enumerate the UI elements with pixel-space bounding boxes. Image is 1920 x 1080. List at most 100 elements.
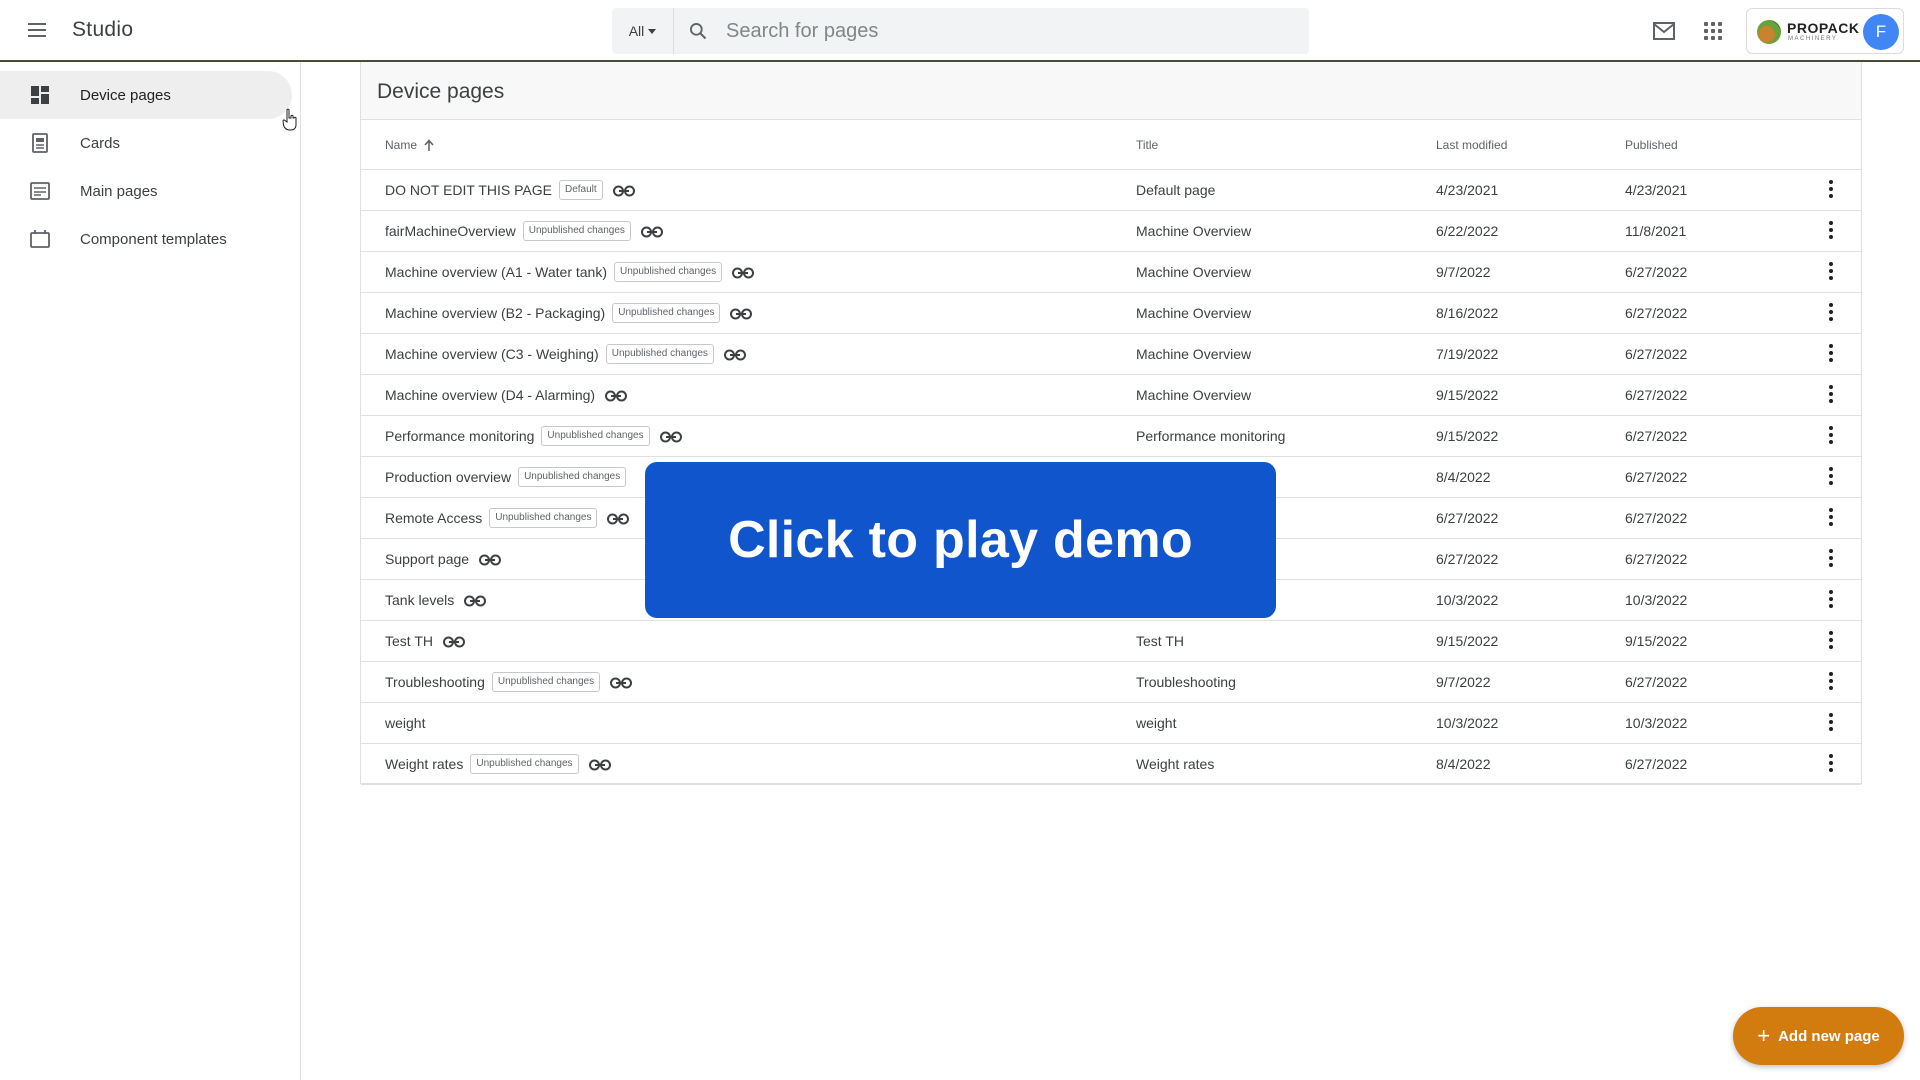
sidebar-item-device-pages[interactable]: Device pages (0, 71, 292, 119)
table-row[interactable]: Performance monitoring Unpublished change… (361, 416, 1861, 457)
row-name-cell: Weight rates Unpublished changes (385, 752, 611, 776)
page-name[interactable]: Support page (385, 551, 469, 567)
table-row[interactable]: DO NOT EDIT THIS PAGE Default Default page… (361, 170, 1861, 211)
page-name[interactable]: Test TH (385, 633, 433, 649)
link-icon[interactable] (610, 676, 633, 689)
published-cell: 10/3/2022 (1625, 592, 1688, 608)
apps-grid-icon[interactable] (1702, 20, 1724, 42)
add-new-page-button[interactable]: + Add new page (1733, 1007, 1904, 1065)
link-icon[interactable] (588, 758, 611, 771)
sidebar-item-cards[interactable]: Cards (0, 119, 292, 167)
add-new-page-label: Add new page (1778, 1027, 1880, 1045)
table-row[interactable]: Machine overview (D4 - Alarming) Machine … (361, 375, 1861, 416)
page-name[interactable]: Weight rates (385, 756, 463, 772)
more-vert-icon[interactable] (1827, 549, 1835, 569)
status-badge: Unpublished changes (489, 508, 598, 528)
column-header-title[interactable]: Title (1136, 138, 1158, 152)
page-name[interactable]: Machine overview (B2 - Packaging) (385, 305, 605, 321)
more-vert-icon[interactable] (1827, 426, 1835, 446)
link-icon[interactable] (659, 430, 682, 443)
page-name[interactable]: weight (385, 715, 425, 731)
link-icon[interactable] (442, 635, 465, 648)
last-modified-cell: 4/23/2021 (1436, 182, 1499, 198)
more-vert-icon[interactable] (1827, 262, 1835, 282)
table-row[interactable]: Machine overview (C3 - Weighing) Unpublis… (361, 334, 1861, 375)
page-title-cell: Test TH (1136, 633, 1184, 649)
column-header-name[interactable]: Name (385, 138, 434, 152)
page-name[interactable]: fairMachineOverview (385, 223, 516, 239)
published-cell: 9/15/2022 (1625, 633, 1688, 649)
table-row[interactable]: Test TH Test TH 9/15/2022 9/15/2022 (361, 621, 1861, 662)
published-cell: 6/27/2022 (1625, 346, 1688, 362)
hand-cursor-icon (282, 108, 297, 131)
link-icon[interactable] (612, 184, 635, 197)
search-input[interactable] (726, 8, 1286, 54)
table-row[interactable]: Machine overview (B2 - Packaging) Unpubli… (361, 293, 1861, 334)
sidebar: Device pages Cards Main pages Component … (0, 62, 301, 1080)
page-name[interactable]: Machine overview (A1 - Water tank) (385, 264, 607, 280)
dashboard-icon (31, 86, 49, 104)
more-vert-icon[interactable] (1827, 221, 1835, 241)
link-icon[interactable] (730, 307, 753, 320)
more-vert-icon[interactable] (1827, 303, 1835, 323)
menu-icon[interactable] (25, 19, 55, 43)
page-title-cell: Default page (1136, 182, 1216, 198)
more-vert-icon[interactable] (1827, 508, 1835, 528)
status-badge: Unpublished changes (522, 221, 631, 241)
play-demo-button[interactable]: Click to play demo (645, 462, 1276, 618)
table-row[interactable]: Troubleshooting Unpublished changes Troubl… (361, 662, 1861, 703)
published-cell: 6/27/2022 (1625, 674, 1688, 690)
row-name-cell: DO NOT EDIT THIS PAGE Default (385, 178, 635, 202)
sidebar-item-label: Cards (80, 134, 121, 152)
template-icon (30, 230, 50, 248)
link-icon[interactable] (479, 553, 502, 566)
table-row[interactable]: fairMachineOverview Unpublished changes Ma… (361, 211, 1861, 252)
page-name[interactable]: Machine overview (D4 - Alarming) (385, 387, 595, 403)
page-name[interactable]: Production overview (385, 469, 511, 485)
page-name[interactable]: Machine overview (C3 - Weighing) (385, 346, 599, 362)
caret-down-icon (648, 28, 657, 34)
more-vert-icon[interactable] (1827, 631, 1835, 651)
sort-ascending-icon (424, 139, 434, 151)
sidebar-item-label: Main pages (80, 182, 158, 200)
sidebar-item-component-templates[interactable]: Component templates (0, 215, 292, 263)
link-icon[interactable] (607, 512, 630, 525)
search-icon (690, 23, 707, 40)
plus-icon: + (1757, 1023, 1771, 1048)
more-vert-icon[interactable] (1827, 590, 1835, 610)
search-filter-dropdown[interactable]: All (612, 8, 674, 54)
card-icon (32, 133, 48, 153)
page-icon (30, 182, 50, 200)
row-name-cell: Remote Access Unpublished changes (385, 506, 630, 530)
page-name[interactable]: DO NOT EDIT THIS PAGE (385, 182, 552, 198)
page-name[interactable]: Remote Access (385, 510, 482, 526)
table-row[interactable]: Machine overview (A1 - Water tank) Unpubl… (361, 252, 1861, 293)
sidebar-item-main-pages[interactable]: Main pages (0, 167, 292, 215)
table-row[interactable]: Weight rates Unpublished changes Weight ra… (361, 744, 1861, 785)
table-row[interactable]: weight weight 10/3/2022 10/3/2022 (361, 703, 1861, 744)
page-name[interactable]: Tank levels (385, 592, 454, 608)
link-icon[interactable] (723, 348, 746, 361)
avatar[interactable]: F (1863, 14, 1899, 50)
page-name[interactable]: Performance monitoring (385, 428, 534, 444)
more-vert-icon[interactable] (1827, 713, 1835, 733)
more-vert-icon[interactable] (1827, 754, 1835, 774)
mail-icon[interactable] (1652, 20, 1676, 42)
more-vert-icon[interactable] (1827, 672, 1835, 692)
column-header-published[interactable]: Published (1625, 138, 1678, 152)
published-cell: 11/8/2021 (1625, 223, 1687, 239)
page-name[interactable]: Troubleshooting (385, 674, 485, 690)
more-vert-icon[interactable] (1827, 385, 1835, 405)
more-vert-icon[interactable] (1827, 467, 1835, 487)
link-icon[interactable] (605, 389, 628, 402)
more-vert-icon[interactable] (1827, 180, 1835, 200)
last-modified-cell: 6/27/2022 (1436, 510, 1499, 526)
published-cell: 6/27/2022 (1625, 387, 1688, 403)
link-icon[interactable] (640, 225, 663, 238)
last-modified-cell: 7/19/2022 (1436, 346, 1499, 362)
link-icon[interactable] (464, 594, 487, 607)
link-icon[interactable] (732, 266, 755, 279)
account-switcher[interactable]: PROPACK MACHINERY F (1746, 8, 1904, 54)
column-header-modified[interactable]: Last modified (1436, 138, 1507, 152)
more-vert-icon[interactable] (1827, 344, 1835, 364)
